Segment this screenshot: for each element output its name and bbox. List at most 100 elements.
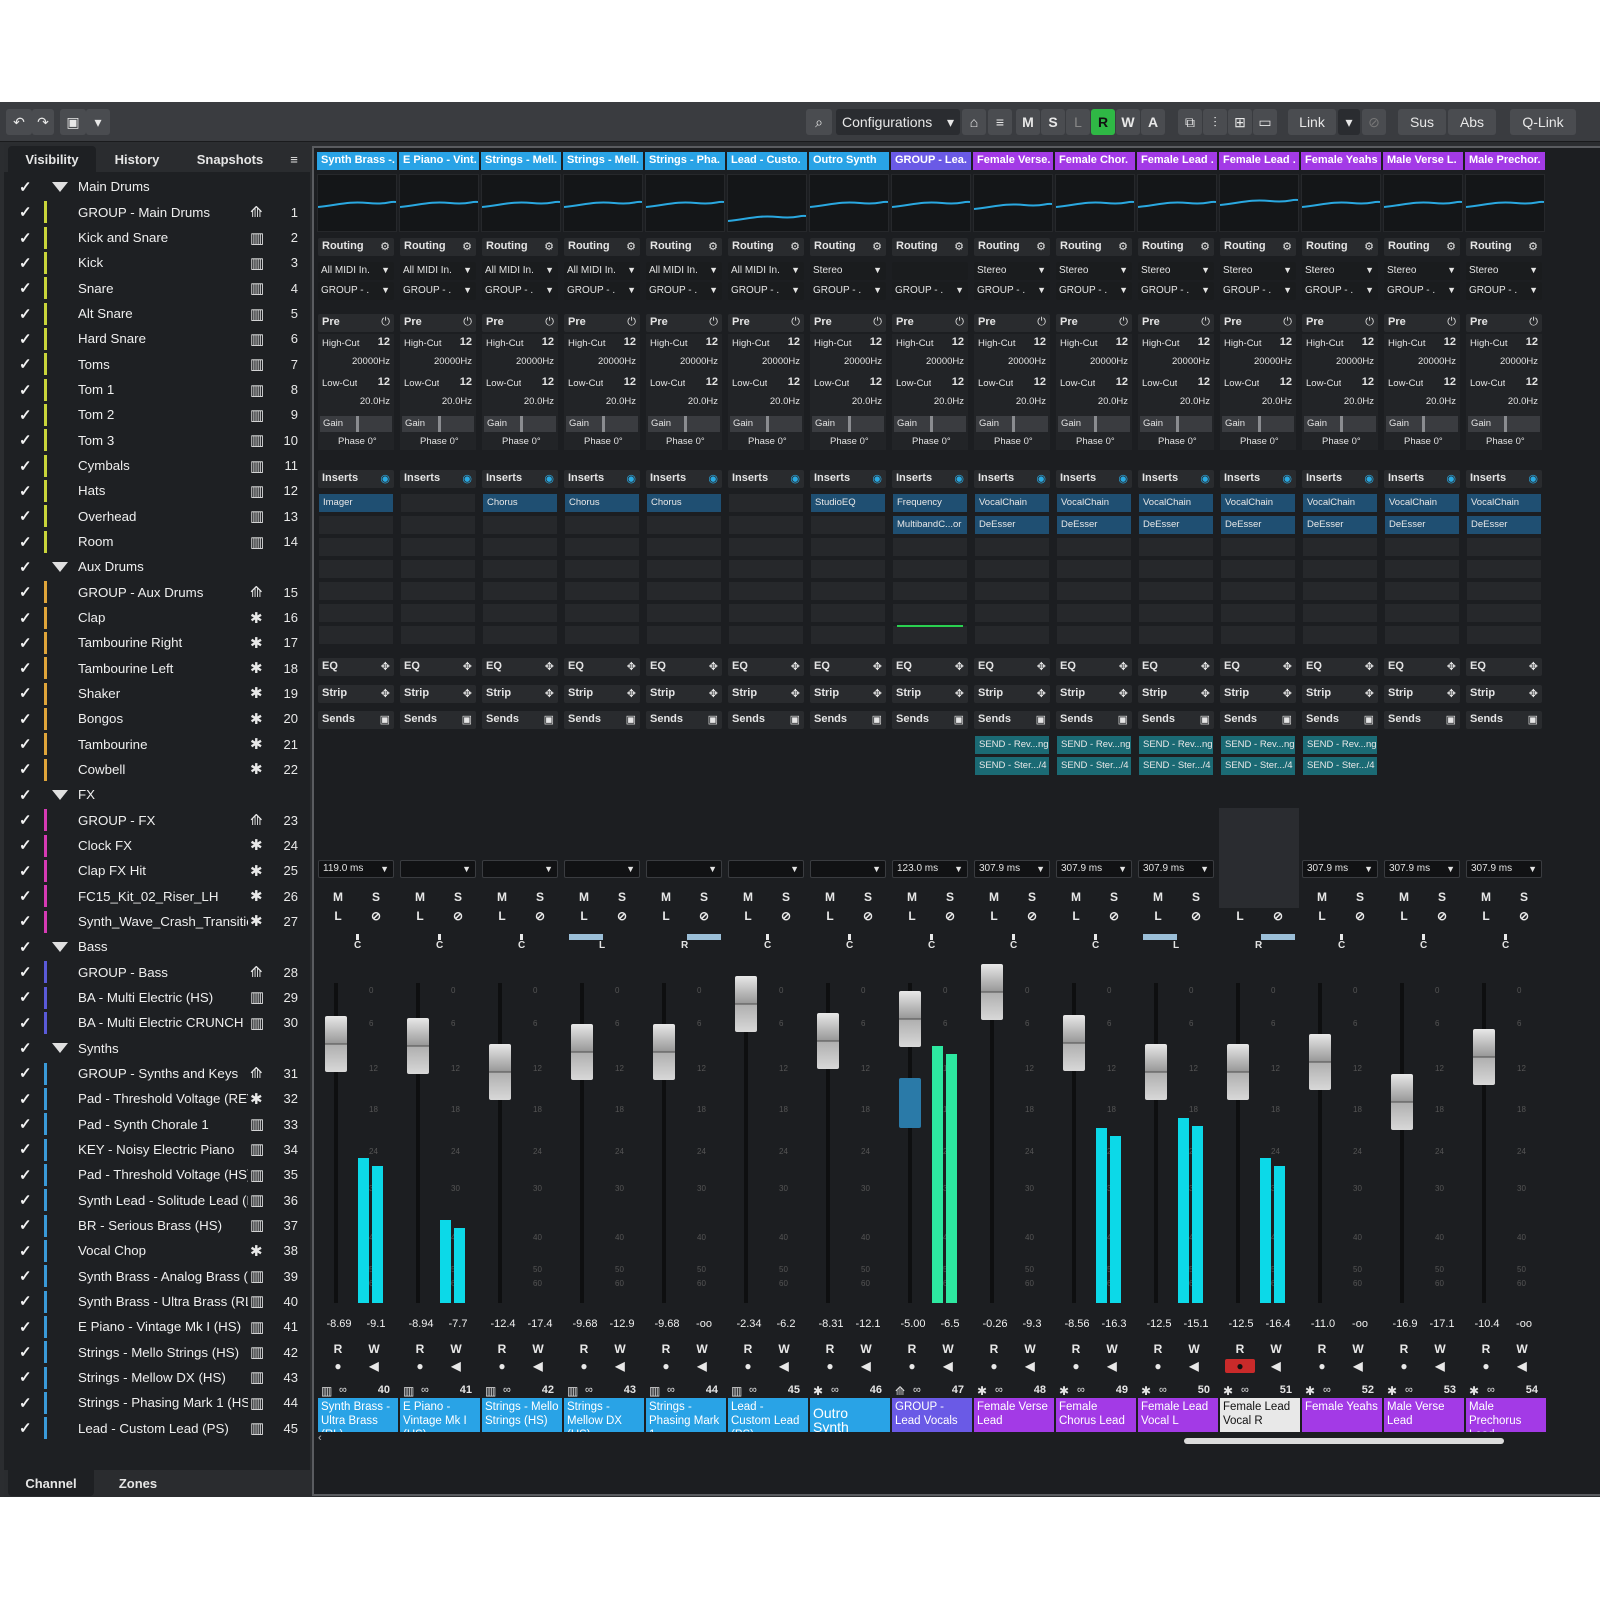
read-automation-button[interactable]: R (575, 1342, 593, 1356)
strip-settings-icon[interactable]: ✥ (381, 687, 390, 700)
folder-triangle-icon[interactable] (52, 941, 68, 952)
read-automation-button[interactable]: R (1149, 1342, 1167, 1356)
folder-triangle-icon[interactable] (52, 181, 68, 192)
monitor-off-icon[interactable]: ⊘ (449, 909, 467, 923)
pan-control[interactable]: R (1223, 934, 1295, 951)
send-slot[interactable] (401, 757, 475, 775)
channel-name-bottom[interactable]: Female Lead Vocal R (1220, 1398, 1300, 1432)
input-routing-select[interactable]: Stereo ▼ (1466, 262, 1542, 280)
insert-slot[interactable] (401, 626, 475, 644)
pan-control[interactable]: C (321, 934, 393, 951)
send-slot[interactable]: SEND - Ster.../4 (975, 757, 1049, 775)
insert-slot[interactable] (1057, 604, 1131, 622)
channel-name-top[interactable]: Male Verse L. (1383, 152, 1463, 170)
link-icon[interactable]: ∞ (995, 1384, 1003, 1396)
checkmark-icon[interactable]: ✓ (19, 406, 32, 424)
high-cut-value[interactable]: 20000Hz (434, 356, 472, 367)
send-slot[interactable] (647, 736, 721, 754)
insert-slot[interactable] (1303, 626, 1377, 644)
insert-slot[interactable]: Chorus (647, 494, 721, 512)
channel-name-bottom[interactable]: Female Chorus Lead (1056, 1398, 1136, 1432)
checkmark-icon[interactable]: ✓ (19, 482, 32, 500)
monitor-speaker-icon[interactable]: ◀ (775, 1359, 793, 1373)
routing-settings-icon[interactable]: ⚙ (1528, 240, 1538, 253)
channel-delay-select[interactable]: ▼ (400, 860, 476, 878)
peak-value[interactable]: -9.3 (1015, 1318, 1049, 1330)
low-cut-value[interactable]: 20.0Hz (1344, 396, 1374, 407)
strip-settings-icon[interactable]: ✥ (873, 687, 882, 700)
listen-button[interactable]: L (1149, 909, 1167, 923)
inserts-bypass-icon[interactable]: ◉ (1446, 472, 1456, 485)
channel-name-bottom[interactable]: Female Yeahs (1302, 1398, 1382, 1432)
list-item[interactable]: ✓ Strings - Mellow DX (HS) ▥ 43 (4, 1365, 310, 1391)
high-cut-slope-icon[interactable]: 12 (706, 336, 718, 348)
channel-name-top[interactable]: Female Lead . (1219, 152, 1299, 170)
link-dropdown-icon[interactable]: ▾ (1338, 109, 1360, 135)
strip-settings-icon[interactable]: ✥ (791, 687, 800, 700)
insert-slot[interactable]: VocalChain (1385, 494, 1459, 512)
list-item[interactable]: ✓ Main Drums (4, 174, 310, 200)
list-item[interactable]: ✓ Room ▥ 14 (4, 529, 310, 555)
low-cut-slope-icon[interactable]: 12 (542, 376, 554, 388)
insert-slot[interactable] (319, 604, 393, 622)
channel-delay-select[interactable]: 307.9 ms ▼ (1138, 860, 1214, 878)
write-automation-button[interactable]: W (1021, 1342, 1039, 1356)
routing-settings-icon[interactable]: ⚙ (1036, 240, 1046, 253)
solo-button[interactable]: S (1515, 890, 1533, 904)
gain-slider[interactable]: Gain (484, 416, 556, 432)
mute-button[interactable]: M (739, 890, 757, 904)
output-routing-select[interactable]: GROUP - . ▼ (400, 282, 476, 300)
insert-slot[interactable] (1303, 582, 1377, 600)
peak-value[interactable]: -7.7 (441, 1318, 475, 1330)
gain-slider[interactable]: Gain (730, 416, 802, 432)
pan-control[interactable]: C (1059, 934, 1131, 951)
output-routing-select[interactable]: GROUP - . ▼ (482, 282, 558, 300)
channel-name-bottom[interactable]: Synth Brass - Ultra Brass (RL) (318, 1398, 398, 1432)
high-cut-value[interactable]: 20000Hz (1254, 356, 1292, 367)
eq-settings-icon[interactable]: ✥ (1529, 660, 1538, 673)
insert-slot[interactable] (811, 604, 885, 622)
low-cut-slope-icon[interactable]: 12 (624, 376, 636, 388)
insert-slot[interactable] (1467, 582, 1541, 600)
channel-name-bottom[interactable]: Strings - Mellow DX (HS) (564, 1398, 644, 1432)
checkmark-icon[interactable]: ✓ (19, 203, 32, 221)
listen-button[interactable]: L (1395, 909, 1413, 923)
mute-button[interactable]: M (1149, 890, 1167, 904)
checkmark-icon[interactable]: ✓ (19, 786, 32, 804)
high-cut-slope-icon[interactable]: 12 (542, 336, 554, 348)
channel-delay-select[interactable]: ▼ (810, 860, 886, 878)
high-cut-slope-icon[interactable]: 12 (952, 336, 964, 348)
power-icon[interactable]: ⏻ (1037, 316, 1046, 329)
low-cut-slope-icon[interactable]: 12 (1362, 376, 1374, 388)
monitor-speaker-icon[interactable]: ◀ (529, 1359, 547, 1373)
insert-slot[interactable] (1139, 604, 1213, 622)
insert-slot[interactable] (401, 494, 475, 512)
monitor-off-icon[interactable]: ⊘ (613, 909, 631, 923)
send-slot[interactable] (729, 757, 803, 775)
routing-settings-icon[interactable]: ⚙ (462, 240, 472, 253)
high-cut-slope-icon[interactable]: 12 (624, 336, 636, 348)
send-slot[interactable]: SEND - Ster.../4 (1139, 757, 1213, 775)
insert-slot[interactable]: StudioEQ (811, 494, 885, 512)
mute-button[interactable]: M (1313, 890, 1331, 904)
gain-slider[interactable]: Gain (1304, 416, 1376, 432)
sends-settings-icon[interactable]: ▣ (1200, 713, 1210, 726)
inserts-bypass-icon[interactable]: ◉ (544, 472, 554, 485)
channel-name-top[interactable]: Male Prechor. (1465, 152, 1545, 170)
checkmark-icon[interactable]: ✓ (19, 887, 32, 905)
gain-slider[interactable]: Gain (402, 416, 474, 432)
inserts-bypass-icon[interactable]: ◉ (462, 472, 472, 485)
list-item[interactable]: ✓ Synth Lead - Solitude Lead (H ▥ 36 (4, 1187, 310, 1213)
list-item[interactable]: ✓ BA - Multi Electric (HS) ▥ 29 (4, 985, 310, 1011)
solo-button[interactable]: S (695, 890, 713, 904)
monitor-off-icon[interactable]: ⊘ (1187, 909, 1205, 923)
unlink-icon[interactable]: ⊘ (1362, 109, 1386, 135)
sends-settings-icon[interactable]: ▣ (1528, 713, 1538, 726)
solo-button[interactable]: S (1351, 890, 1369, 904)
inserts-bypass-icon[interactable]: ◉ (872, 472, 882, 485)
folder-triangle-icon[interactable] (52, 561, 68, 572)
low-cut-value[interactable]: 20.0Hz (852, 396, 882, 407)
write-automation-button[interactable]: W (1349, 1342, 1367, 1356)
phase-label[interactable]: Phase 0° (1322, 436, 1361, 447)
routing-settings-icon[interactable]: ⚙ (1282, 240, 1292, 253)
